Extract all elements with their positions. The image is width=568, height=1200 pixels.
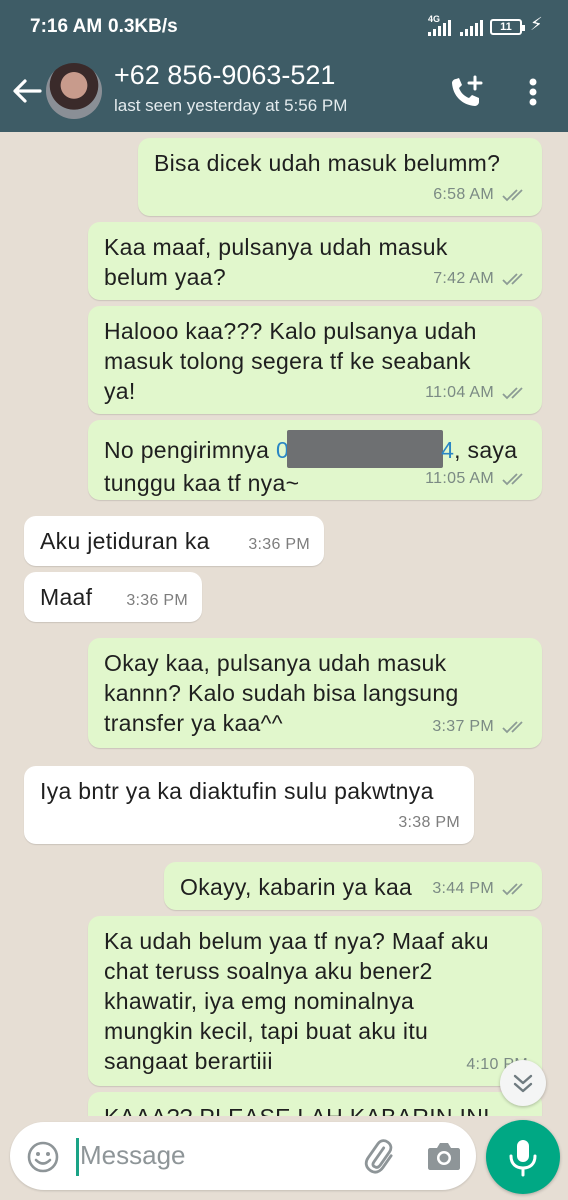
signal-icon-2 — [460, 20, 486, 36]
message-text-line: Kaa maaf, pulsanya udah masuk — [104, 234, 448, 260]
message-time: 11:04 AM — [425, 384, 494, 401]
status-speed: 0.3KB/s — [108, 16, 178, 37]
message-bubble-outgoing[interactable]: Okayy, kabarin ya kaa 3:44 PM — [164, 862, 542, 910]
message-meta: 6:58 AM — [433, 180, 528, 210]
message-meta: 3:38 PM — [398, 808, 460, 838]
emoji-icon[interactable] — [26, 1140, 60, 1174]
message-meta: 3:37 PM — [432, 712, 528, 742]
message-text-line: Ka udah belum yaa tf nya? Maaf aku — [104, 928, 489, 954]
redaction-block — [287, 430, 444, 468]
message-time: 3:36 PM — [126, 592, 188, 609]
message-text: Iya bntr ya ka diaktufin sulu pakwtnya — [40, 778, 434, 804]
message-text-line: masuk tolong segera tf ke seabank — [104, 348, 471, 374]
message-bubble-outgoing[interactable]: No pengirimnya 0 4, saya tunggu kaa tf ny… — [88, 420, 542, 500]
message-time: 3:44 PM — [432, 880, 494, 897]
message-text-line: chat teruss soalnya aku bener2 — [104, 958, 433, 984]
double-check-icon — [502, 883, 523, 896]
message-time: 3:37 PM — [432, 718, 494, 735]
message-time: 3:36 PM — [248, 536, 310, 553]
message-time: 3:38 PM — [398, 814, 460, 831]
message-text-line: No pengirimnya 0 4, saya — [104, 430, 528, 468]
avatar[interactable] — [46, 63, 102, 119]
status-bar: 7:16 AM 0.3KB/s 4G 11 ⚡ — [0, 0, 568, 54]
more-vert-icon[interactable] — [518, 72, 548, 112]
attach-icon[interactable] — [360, 1138, 396, 1174]
double-check-icon — [502, 721, 523, 734]
message-text-line: sangaat berartiii — [104, 1048, 273, 1074]
message-text-line: Okay kaa, pulsanya udah masuk — [104, 650, 447, 676]
add-call-icon[interactable] — [448, 74, 486, 110]
message-time: 6:58 AM — [433, 186, 494, 203]
voice-record-button[interactable] — [486, 1120, 560, 1194]
message-bubble-incoming[interactable]: Aku jetiduran ka 3:36 PM — [24, 516, 324, 566]
message-text-line: mungkin kecil, tapi buat aku itu — [104, 1018, 429, 1044]
signal-icon — [428, 20, 454, 36]
scroll-to-bottom-button[interactable] — [500, 1060, 546, 1106]
double-check-icon — [502, 473, 523, 486]
message-bubble-incoming[interactable]: Maaf 3:36 PM — [24, 572, 202, 622]
double-check-icon — [502, 387, 523, 400]
text-cursor — [76, 1138, 79, 1176]
double-check-icon — [502, 273, 523, 286]
back-arrow-icon[interactable] — [10, 74, 44, 108]
message-text-line: khawatir, iya emg nominalnya — [104, 988, 415, 1014]
message-meta: 3:36 PM — [248, 530, 310, 560]
message-input[interactable]: Message — [80, 1140, 186, 1171]
message-time: 11:05 AM — [425, 470, 494, 487]
double-check-icon — [502, 189, 523, 202]
message-bubble-outgoing-partial[interactable]: KAAA?? PLEASE LAH KABARIN INI — [88, 1092, 542, 1116]
mic-icon — [509, 1140, 537, 1177]
message-bubble-outgoing[interactable]: Okay kaa, pulsanya udah masuk kannn? Kal… — [88, 638, 542, 748]
message-meta: 7:42 AM — [433, 264, 528, 294]
message-text: KAAA?? PLEASE LAH KABARIN INI — [104, 1102, 528, 1116]
chat-header: +62 856-9063-521 last seen yesterday at … — [0, 54, 568, 132]
message-bubble-outgoing[interactable]: Kaa maaf, pulsanya udah masuk belum yaa?… — [88, 222, 542, 300]
chevrons-down-icon — [513, 1074, 533, 1093]
message-text: Bisa dicek udah masuk belumm? — [154, 150, 501, 176]
message-bubble-incoming[interactable]: Iya bntr ya ka diaktufin sulu pakwtnya 3… — [24, 766, 474, 844]
camera-icon[interactable] — [426, 1140, 462, 1172]
message-text: , saya — [454, 437, 518, 463]
message-composer[interactable]: Message — [10, 1122, 476, 1190]
message-meta: 3:36 PM — [126, 586, 188, 616]
message-text: No pengirimnya — [104, 437, 276, 463]
message-text-line: kannn? Kalo sudah bisa langsung — [104, 680, 459, 706]
last-seen: last seen yesterday at 5:56 PM — [114, 96, 348, 115]
battery-icon: 11 — [490, 19, 525, 35]
message-time: 7:42 AM — [433, 270, 494, 287]
charging-icon: ⚡ — [530, 14, 543, 34]
status-time: 7:16 AM — [30, 16, 103, 37]
message-text-line: Halooo kaa??? Kalo pulsanya udah — [104, 318, 477, 344]
message-meta: 3:44 PM — [432, 874, 528, 904]
message-list[interactable]: Bisa dicek udah masuk belumm? 6:58 AM Ka… — [0, 132, 568, 1116]
phone-link-end[interactable]: 4 — [441, 437, 454, 463]
message-bubble-outgoing[interactable]: Bisa dicek udah masuk belumm? 6:58 AM — [138, 138, 542, 216]
message-meta: 11:04 AM — [425, 378, 528, 408]
message-meta: 11:05 AM — [425, 464, 528, 494]
contact-name[interactable]: +62 856-9063-521 — [114, 60, 335, 91]
message-bubble-outgoing[interactable]: Ka udah belum yaa tf nya? Maaf aku chat … — [88, 916, 542, 1086]
message-bubble-outgoing[interactable]: Halooo kaa??? Kalo pulsanya udah masuk t… — [88, 306, 542, 414]
